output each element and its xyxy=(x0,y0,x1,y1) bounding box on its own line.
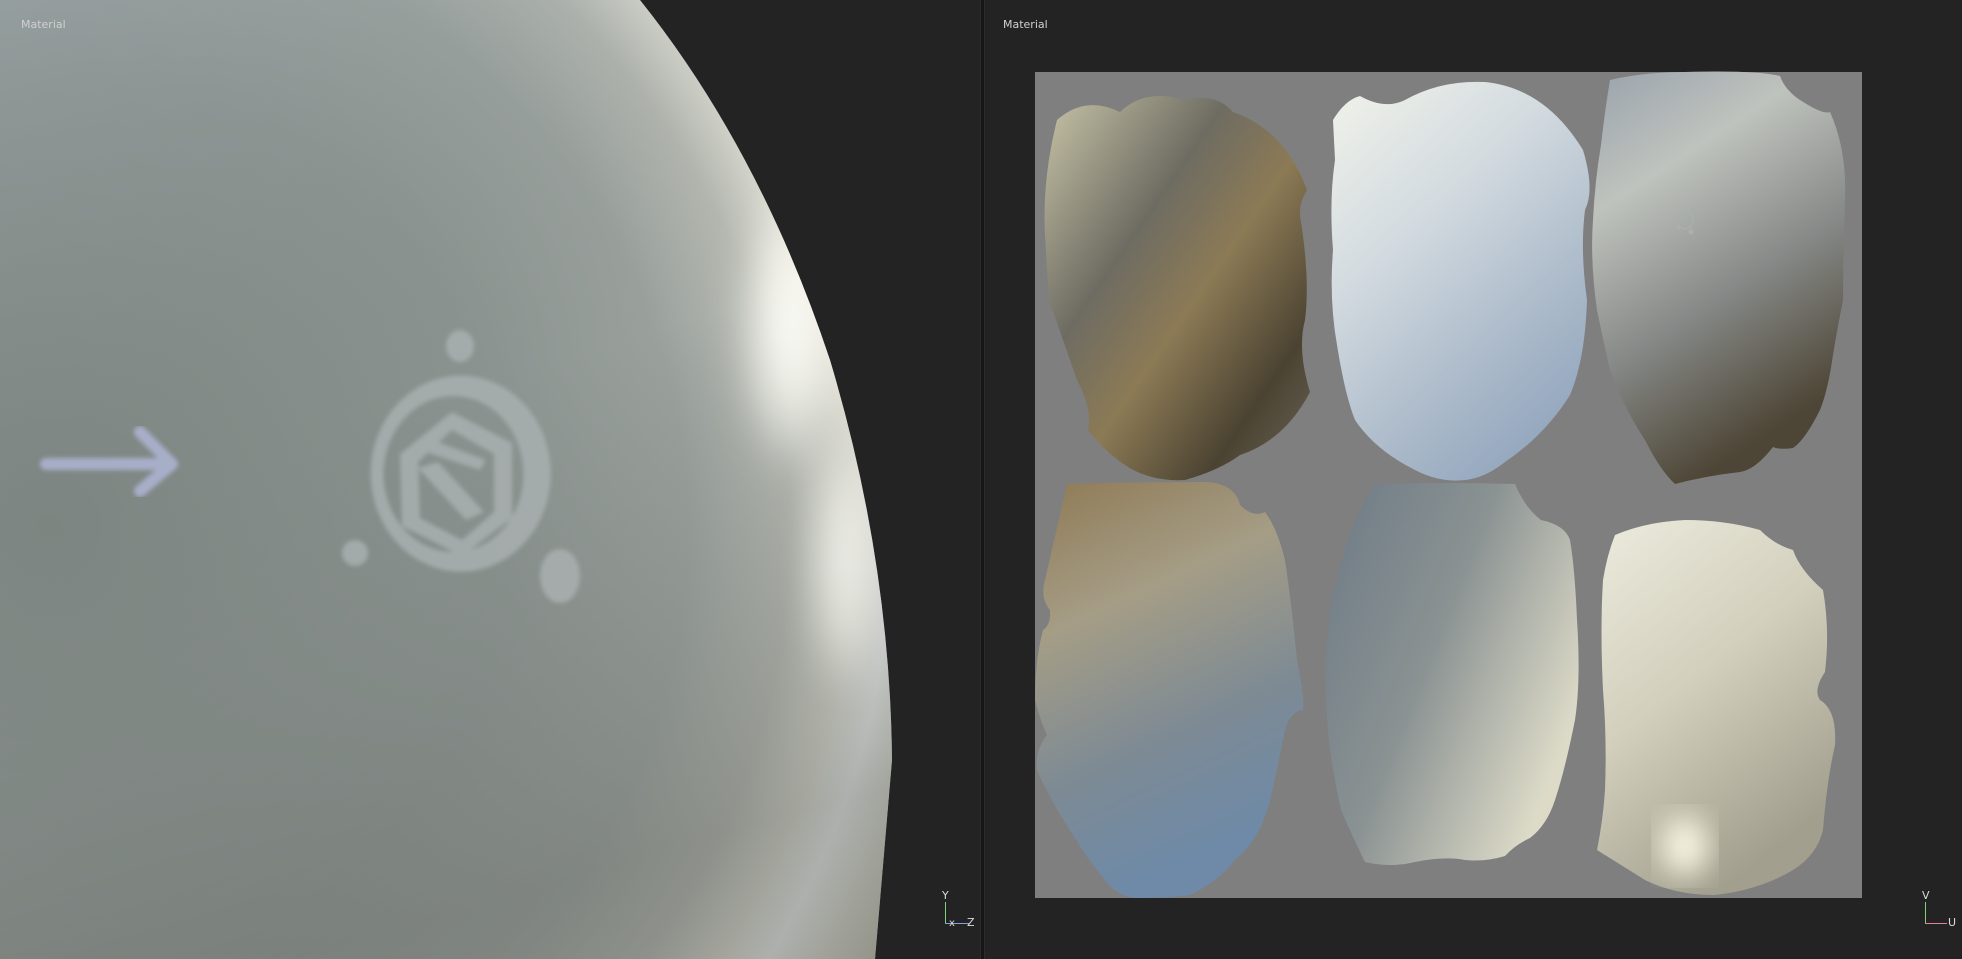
axis-y-label: Y xyxy=(942,889,949,902)
uv-island-5 xyxy=(1325,483,1579,865)
uv-island-2 xyxy=(1331,81,1590,481)
app-window: Material Y x Z Material V U xyxy=(0,0,1962,959)
axis-u-label: U xyxy=(1948,916,1957,929)
viewport-3d-label: Material xyxy=(21,18,66,31)
viewport-2d-label: Material xyxy=(1003,18,1048,31)
uv-texture-canvas[interactable] xyxy=(985,0,1962,959)
axis-z-label: Z xyxy=(967,916,975,929)
axis-v-label: V xyxy=(1922,889,1930,902)
viewport-3d[interactable]: Material Y x Z xyxy=(0,0,980,959)
axis-gizmo-icon: V U xyxy=(1917,890,1957,930)
axis-gizmo-icon: Y x Z xyxy=(937,890,977,930)
uv-island-6 xyxy=(1597,520,1836,895)
viewport-2d[interactable]: Material V U xyxy=(985,0,1962,959)
sphere-render[interactable] xyxy=(0,0,980,959)
axis-x-label: x xyxy=(949,918,955,929)
